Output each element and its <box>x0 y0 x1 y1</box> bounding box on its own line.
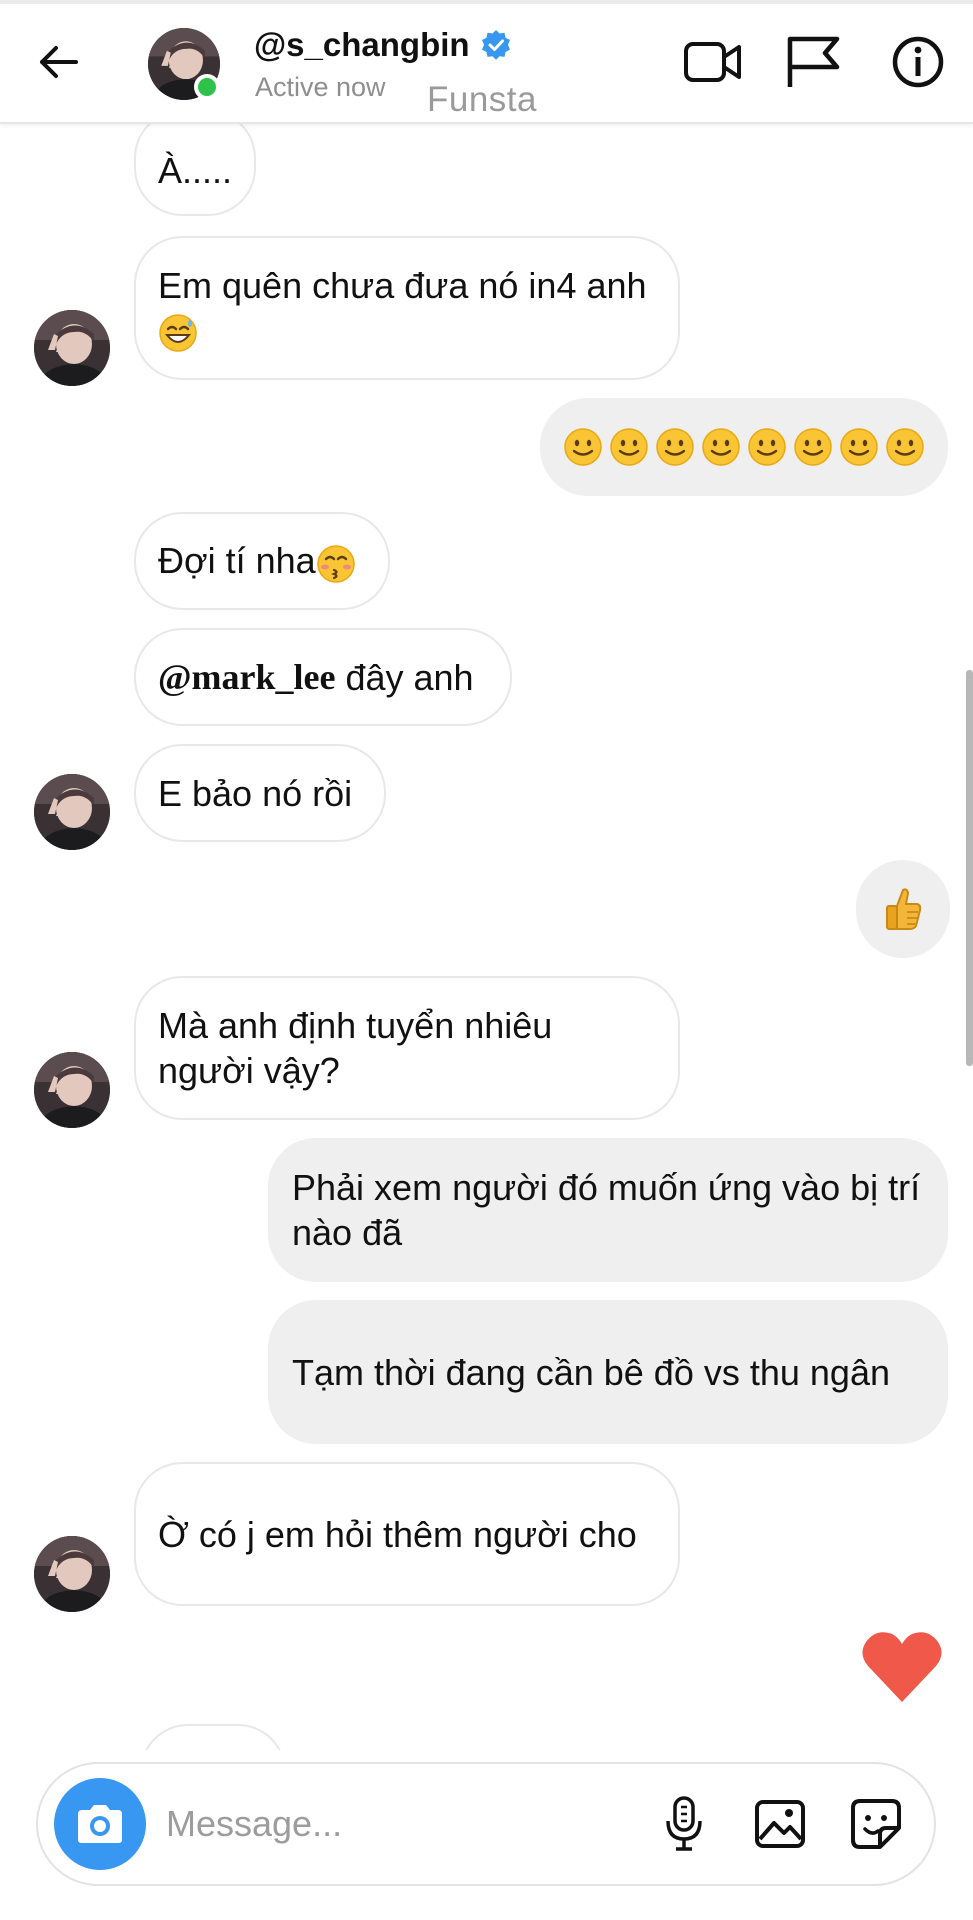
info-icon <box>892 36 944 88</box>
contact-avatar-small[interactable] <box>34 1536 110 1612</box>
contact-username[interactable]: @s_changbin <box>254 26 512 64</box>
incoming-message[interactable]: Em quên chưa đưa nó in4 anh <box>134 236 680 380</box>
message-text: đây anh <box>345 656 474 698</box>
contact-avatar-small[interactable] <box>34 774 110 850</box>
slightly-smiling-face-emoji <box>609 427 649 467</box>
incoming-message-partial[interactable] <box>140 1724 286 1750</box>
sticker-icon <box>851 1799 901 1849</box>
outgoing-message[interactable]: Phải xem người đó muốn ứng vào bị trí nà… <box>268 1138 948 1282</box>
flag-icon <box>787 36 840 87</box>
slightly-smiling-face-emoji <box>885 427 925 467</box>
contact-avatar-small[interactable] <box>34 1052 110 1128</box>
message-text: À..... <box>158 149 233 191</box>
active-status: Active now <box>255 72 386 102</box>
conversation-header: @s_changbin Active now Funsta <box>0 0 973 124</box>
avatar-image <box>34 1536 110 1612</box>
heart-emoji[interactable] <box>860 1628 944 1704</box>
incoming-message[interactable]: @mark_lee đây anh <box>134 628 512 726</box>
slightly-smiling-face-emoji <box>655 427 695 467</box>
message-input[interactable] <box>166 1794 546 1854</box>
contact-avatar-small[interactable] <box>34 310 110 386</box>
incoming-message[interactable]: Ờ có j em hỏi thêm người cho <box>134 1462 680 1606</box>
message-text: E bảo nó rồi <box>158 772 353 814</box>
incoming-message[interactable]: E bảo nó rồi <box>134 744 386 842</box>
outgoing-message[interactable]: Tạm thời đang cần bê đồ vs thu ngân <box>268 1300 948 1444</box>
slightly-smiling-face-emoji <box>563 427 603 467</box>
voice-message-button[interactable] <box>652 1792 716 1856</box>
incoming-message[interactable]: Đợi tí nha <box>134 512 390 610</box>
incoming-message[interactable]: Mà anh định tuyển nhiêu người vậy? <box>134 976 680 1120</box>
username-text: @s_changbin <box>254 26 470 63</box>
message-thread[interactable]: À..... Em quên chưa đưa nó in4 anh Đợi t… <box>0 124 973 1750</box>
status-bar-edge <box>0 0 973 4</box>
avatar-image <box>34 310 110 386</box>
message-text: Em quên chưa đưa nó in4 anh <box>158 263 656 353</box>
back-arrow-icon <box>40 46 78 78</box>
outgoing-message[interactable] <box>856 860 950 958</box>
kissing-emoji <box>316 544 355 583</box>
info-button[interactable] <box>886 30 950 94</box>
microphone-icon <box>666 1796 702 1851</box>
video-call-icon <box>684 42 741 82</box>
camera-icon <box>78 1805 122 1843</box>
scrollbar-thumb[interactable] <box>966 670 973 1066</box>
incoming-message[interactable]: À..... <box>134 124 256 216</box>
verified-badge-icon <box>481 30 510 60</box>
slightly-smiling-face-emoji <box>793 427 833 467</box>
slightly-smiling-face-emoji <box>747 427 787 467</box>
outgoing-message[interactable] <box>540 398 948 496</box>
user-mention-link[interactable]: @mark_lee <box>158 655 335 700</box>
sticker-button[interactable] <box>844 1792 908 1856</box>
emoji-row <box>563 427 925 467</box>
back-button[interactable] <box>30 34 86 90</box>
video-call-button[interactable] <box>681 30 745 94</box>
slightly-smiling-face-emoji <box>701 427 741 467</box>
message-text: Đợi tí nha <box>158 538 356 583</box>
camera-button[interactable] <box>54 1778 146 1870</box>
message-text: Tạm thời đang cần bê đồ vs thu ngân <box>292 1351 890 1393</box>
message-composer <box>36 1762 936 1886</box>
app-watermark: Funsta <box>427 80 537 119</box>
avatar-image <box>34 774 110 850</box>
report-button[interactable] <box>782 30 846 94</box>
message-text: Ờ có j em hỏi thêm người cho <box>158 1513 637 1555</box>
sweat-smile-emoji <box>159 314 197 352</box>
gallery-button[interactable] <box>748 1792 812 1856</box>
message-text: Mà anh định tuyển nhiêu người vậy? <box>158 1005 553 1091</box>
thumbs-up-emoji <box>886 888 922 930</box>
message-text: Phải xem người đó muốn ứng vào bị trí nà… <box>292 1167 921 1253</box>
gallery-icon <box>755 1800 805 1848</box>
avatar-image <box>34 1052 110 1128</box>
slightly-smiling-face-emoji <box>839 427 879 467</box>
online-indicator <box>194 74 220 100</box>
